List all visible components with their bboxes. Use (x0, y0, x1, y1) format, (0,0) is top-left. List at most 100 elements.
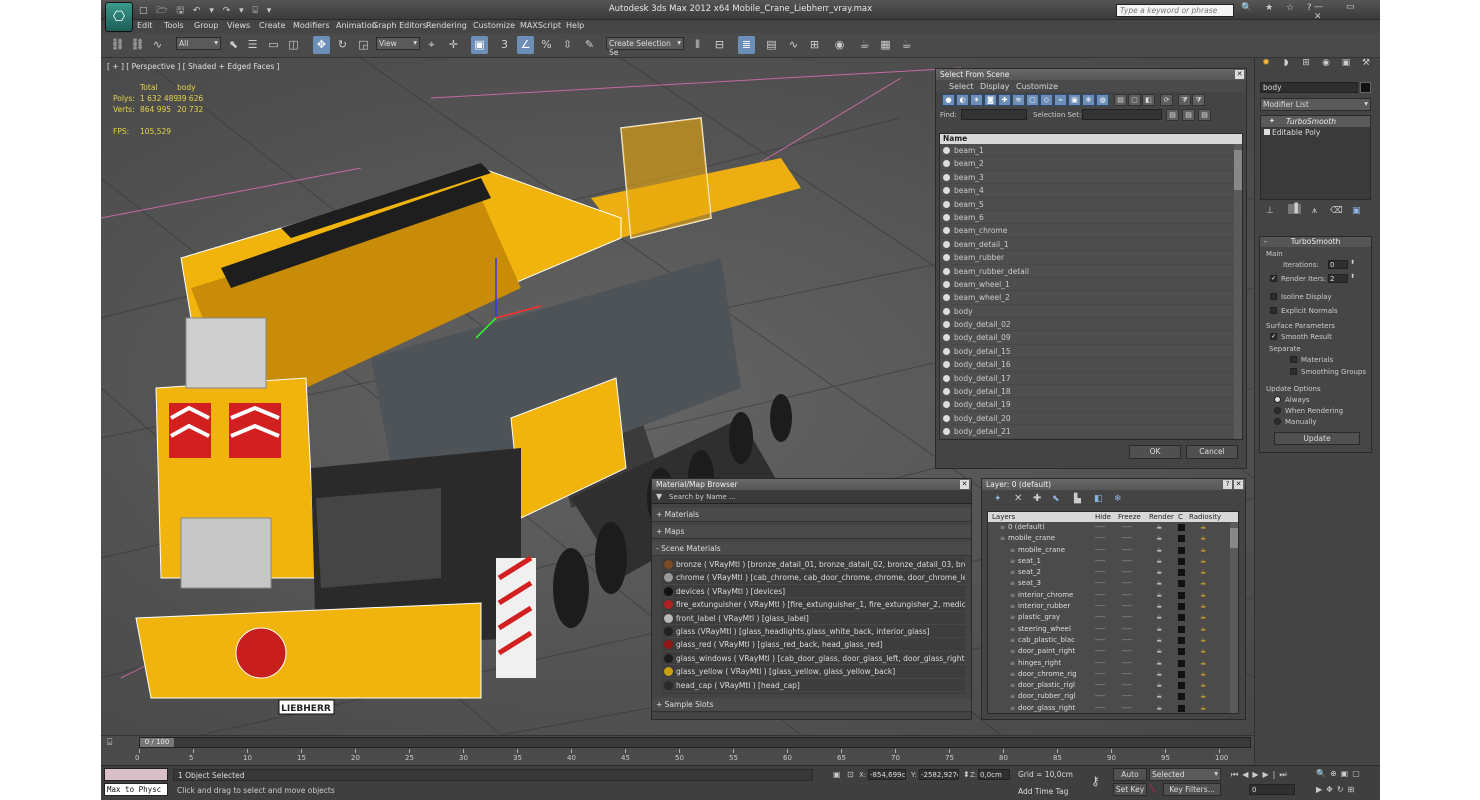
add-time-tag[interactable]: Add Time Tag (1015, 786, 1080, 798)
layer-row[interactable]: door_chrome_rig ≡ ---- ---- ☕ ☕ (988, 668, 1238, 681)
list-item[interactable]: bronze ( VRayMtl ) [bronze_datail_01, br… (662, 558, 965, 572)
select-all-icon[interactable]: ▤ (1114, 94, 1127, 106)
expand-icon[interactable] (1264, 129, 1270, 135)
list-item[interactable]: body_detail_02 (940, 318, 1242, 332)
radiosity-teapot-icon[interactable]: ☕ (1200, 578, 1206, 589)
render-setup-icon[interactable]: ☕ (856, 36, 873, 54)
spinner-arrows-icon[interactable]: ⬍ (1350, 259, 1355, 266)
layer-toggle[interactable]: ---- (1122, 533, 1132, 544)
layer-toggle[interactable]: ---- (1122, 590, 1132, 601)
layer-row[interactable]: interior_chrome ≡ ---- ---- ☕ ☕ (988, 589, 1238, 602)
select-scale-icon[interactable]: ◲ (355, 36, 372, 54)
stack-item-turbosmooth[interactable]: ✦ TurboSmooth (1261, 116, 1370, 127)
list-item[interactable]: body_detail_19 (940, 398, 1242, 412)
pin-stack-icon[interactable]: ⊥ (1266, 206, 1274, 216)
menu-graph-editors[interactable]: Graph Editors (372, 21, 427, 30)
ok-button[interactable]: OK (1129, 445, 1181, 459)
radiosity-teapot-icon[interactable]: ☕ (1200, 545, 1206, 556)
layer-toggle[interactable]: ---- (1095, 545, 1105, 556)
time-config-icon[interactable]: ⌸ (107, 738, 112, 748)
viewport-nav-icons-2[interactable]: ▶✥↻⊞ (1316, 785, 1358, 794)
scene-materials-rollout[interactable]: - Scene Materials (652, 542, 971, 556)
help-icon[interactable]: ? (1223, 480, 1232, 489)
layer-toggle[interactable]: ---- (1122, 635, 1132, 646)
radiosity-teapot-icon[interactable]: ☕ (1200, 612, 1206, 623)
set-key-button[interactable]: Set Key (1113, 783, 1147, 796)
groups-filter-icon[interactable]: ▢ (1026, 94, 1039, 106)
layer-toggle[interactable]: ---- (1122, 669, 1132, 680)
make-unique-icon[interactable]: ⩚ (1312, 206, 1317, 216)
hidden-filter-icon[interactable]: ◍ (1096, 94, 1109, 106)
layer-color-swatch[interactable] (1178, 614, 1185, 622)
menu-modifiers[interactable]: Modifiers (293, 21, 330, 30)
layer-color-swatch[interactable] (1178, 591, 1185, 599)
radiosity-teapot-icon[interactable]: ☕ (1200, 624, 1206, 635)
cameras-filter-icon[interactable]: ◙ (984, 94, 997, 106)
menu-customize[interactable]: Customize (473, 21, 515, 30)
maxscript-listener-top[interactable] (104, 768, 168, 781)
edit-named-sel-icon[interactable]: ✎ (581, 36, 598, 54)
dropdown-arrow-icon[interactable]: ▼ (656, 492, 662, 501)
layer-row[interactable]: door_plastic_rigl ≡ ---- ---- ☕ ☕ (988, 680, 1238, 692)
key-filters-button[interactable]: Key Filters... (1163, 783, 1221, 796)
geometry-filter-icon[interactable]: ● (942, 94, 955, 106)
select-in-layer-icon[interactable]: ⬉ (1052, 494, 1060, 504)
viewport-label[interactable]: [ + ] [ Perspective ] [ Shaded + Edged F… (107, 62, 280, 71)
layer-toggle[interactable]: ---- (1095, 556, 1105, 567)
lights-filter-icon[interactable]: ✶ (970, 94, 983, 106)
list-item[interactable]: body_detail_18 (940, 385, 1242, 399)
new-layer-icon[interactable]: ✦ (994, 494, 1002, 504)
motion-tab-icon[interactable]: ◉ (1317, 58, 1335, 74)
freeze-column[interactable]: Freeze (1118, 512, 1141, 522)
selection-set-icon[interactable]: ▤ (1166, 109, 1179, 121)
spinner-arrows-icon[interactable]: ⬍ (1350, 273, 1355, 280)
key-mode-dropdown[interactable]: Selected (1149, 768, 1221, 781)
layer-toggle[interactable]: ---- (1122, 624, 1132, 635)
iterations-spinner[interactable]: 0 (1328, 260, 1348, 269)
list-item[interactable]: glass_red ( VRayMtl ) [glass_red_back, h… (662, 638, 965, 652)
layer-toggle[interactable]: ---- (1122, 658, 1132, 669)
radiosity-teapot-icon[interactable]: ☕ (1200, 691, 1206, 702)
layers-column[interactable]: Layers (992, 512, 1015, 522)
isoline-checkbox[interactable] (1270, 293, 1277, 300)
layer-toggle[interactable]: ---- (1122, 612, 1132, 623)
scene-object-list[interactable]: Name beam_1 beam_2 beam_3 beam_4 beam_5 … (939, 133, 1243, 440)
render-teapot-icon[interactable]: ☕ (1156, 635, 1162, 646)
layer-toggle[interactable]: ---- (1095, 691, 1105, 702)
cancel-button[interactable]: Cancel (1186, 445, 1238, 459)
list-item[interactable]: body_detail_17 (940, 371, 1242, 386)
layer-toggle[interactable]: ---- (1095, 624, 1105, 635)
scene-materials-list[interactable]: bronze ( VRayMtl ) [bronze_datail_01, br… (662, 558, 965, 694)
layer-row[interactable]: door_paint_right ≡ ---- ---- ☕ ☕ (988, 646, 1238, 658)
viewport-nav-icons[interactable]: 🔍⊕▣▢ (1316, 769, 1364, 778)
select-by-name-icon[interactable]: ☰ (244, 36, 261, 54)
render-teapot-icon[interactable]: ☕ (1156, 691, 1162, 702)
filter-options-icon[interactable]: ⧩ (1192, 94, 1205, 106)
list-item[interactable]: body_detail_15 (940, 344, 1242, 359)
mirror-icon[interactable]: ⫴ (689, 36, 706, 54)
list-item[interactable]: devices ( VRayMtl ) [devices] (662, 584, 965, 599)
modifier-stack[interactable]: ✦ TurboSmooth Editable Poly (1260, 115, 1371, 200)
layer-color-swatch[interactable] (1178, 648, 1185, 656)
add-to-layer-icon[interactable]: ✚ (1033, 493, 1041, 504)
layer-toggle[interactable]: ---- (1095, 601, 1105, 612)
layer-toggle[interactable]: ---- (1122, 522, 1132, 533)
sample-slots-rollout[interactable]: + Sample Slots (652, 698, 971, 712)
layer-color-swatch[interactable] (1178, 682, 1185, 690)
list-item[interactable]: beam_6 (940, 210, 1242, 225)
render-iters-checkbox[interactable]: ✓ (1270, 275, 1277, 282)
render-teapot-icon[interactable]: ☕ (1156, 533, 1162, 544)
ref-coord-dropdown[interactable]: View (376, 37, 420, 50)
list-item[interactable]: beam_detail_1 (940, 237, 1242, 252)
list-item[interactable]: body (940, 304, 1242, 319)
pivot-center-icon[interactable]: ⌖ (423, 36, 440, 54)
render-column[interactable]: Render (1149, 512, 1174, 522)
schematic-view-icon[interactable]: ⊞ (806, 36, 823, 54)
menu-tools[interactable]: Tools (164, 21, 184, 30)
menu-edit[interactable]: Edit (137, 21, 153, 30)
modify-tab-icon[interactable]: ◗ (1277, 58, 1295, 74)
list-item[interactable]: beam_2 (940, 157, 1242, 171)
remove-modifier-icon[interactable]: ⌫ (1330, 206, 1343, 216)
radiosity-teapot-icon[interactable]: ☕ (1200, 556, 1206, 567)
list-item[interactable]: glass (VRayMtl ) [glass_headlights,glass… (662, 624, 965, 639)
